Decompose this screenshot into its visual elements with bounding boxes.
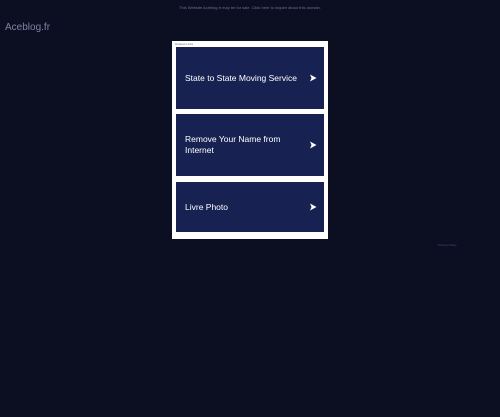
- related-links-panel: Related Links State to State Moving Serv…: [172, 41, 328, 239]
- page: This Website Aceblog.fr may be for sale.…: [0, 0, 500, 417]
- domain-sale-notice[interactable]: This Website Aceblog.fr may be for sale.…: [0, 5, 500, 10]
- link-label: Livre Photo: [185, 201, 228, 212]
- site-logo[interactable]: Aceblog.fr: [5, 22, 50, 33]
- panel-label: Related Links: [175, 42, 194, 46]
- link-label: State to State Moving Service: [185, 72, 297, 83]
- privacy-policy-link[interactable]: Privacy Policy: [438, 243, 457, 247]
- chevron-right-icon: [310, 141, 317, 149]
- related-link-livre-photo[interactable]: Livre Photo: [176, 182, 324, 232]
- chevron-right-icon: [310, 74, 317, 82]
- related-link-remove-name[interactable]: Remove Your Name from Internet: [176, 114, 324, 176]
- chevron-right-icon: [310, 203, 317, 211]
- link-label: Remove Your Name from Internet: [185, 134, 281, 155]
- related-link-state-moving[interactable]: State to State Moving Service: [176, 47, 324, 109]
